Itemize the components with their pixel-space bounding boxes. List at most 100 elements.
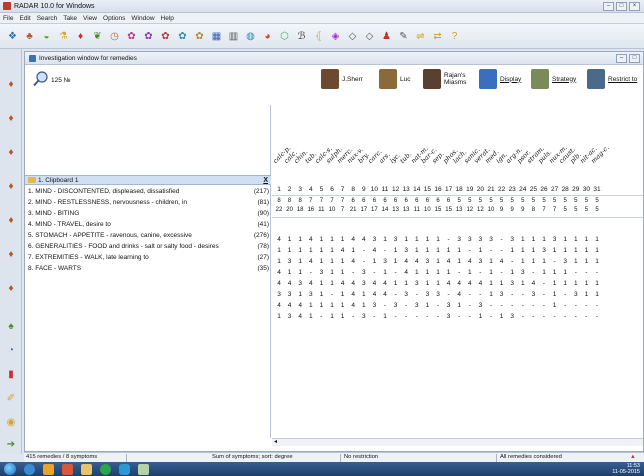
grid-cell[interactable]: 1 — [581, 280, 591, 287]
grid-cell[interactable]: 1 — [518, 247, 528, 254]
grid-cell[interactable]: 1 — [327, 269, 337, 276]
grid-cell[interactable]: - — [465, 313, 475, 320]
grid-cell[interactable]: 1 — [550, 302, 560, 309]
grid-cell[interactable]: - — [486, 247, 496, 254]
grid-cell[interactable]: 1 — [422, 302, 432, 309]
grid-cell[interactable]: - — [444, 291, 454, 298]
grid-cell[interactable]: - — [486, 302, 496, 309]
grid-cell[interactable]: 1 — [338, 302, 348, 309]
flower-icon[interactable]: ✿ — [159, 30, 172, 43]
grid-cell[interactable]: 1 — [433, 258, 443, 265]
grid-cell[interactable]: 4 — [465, 280, 475, 287]
grid-cell[interactable]: 1 — [560, 269, 570, 276]
grid-cell[interactable]: - — [465, 302, 475, 309]
grid-cell[interactable]: 3 — [507, 236, 517, 243]
grid-cell[interactable]: - — [581, 302, 591, 309]
plant-icon[interactable]: ♠ — [5, 321, 17, 333]
grid-cell[interactable]: 3 — [306, 291, 316, 298]
grid-cell[interactable]: 3 — [369, 302, 379, 309]
grid-cell[interactable]: - — [412, 313, 422, 320]
grid-cell[interactable]: 3 — [391, 302, 401, 309]
grid-cell[interactable]: - — [539, 313, 549, 320]
grid-cell[interactable]: 3 — [359, 269, 369, 276]
grid-cell[interactable]: 1 — [518, 280, 528, 287]
grid-cell[interactable]: 1 — [422, 269, 432, 276]
grid-cell[interactable]: 1 — [306, 302, 316, 309]
bottle-icon[interactable]: ♦ — [5, 113, 17, 125]
grid-cell[interactable]: - — [518, 291, 528, 298]
bottle-icon[interactable]: ♦ — [5, 181, 17, 193]
grid-cell[interactable]: - — [369, 269, 379, 276]
symptom-row[interactable]: 1. MIND - DISCONTENTED, displeased, diss… — [25, 186, 271, 197]
pin-icon[interactable]: ✐ — [5, 393, 17, 405]
grid-cell[interactable]: 1 — [571, 258, 581, 265]
grid-cell[interactable]: - — [306, 269, 316, 276]
menu-edit[interactable]: Edit — [19, 15, 30, 22]
grid-cell[interactable]: 4 — [274, 302, 284, 309]
grid-cell[interactable]: 3 — [391, 236, 401, 243]
grid-cell[interactable]: - — [454, 313, 464, 320]
grid-cell[interactable]: - — [359, 258, 369, 265]
books-icon[interactable]: ♣ — [23, 30, 36, 43]
grid-cell[interactable]: - — [507, 291, 517, 298]
clipboard-close-button[interactable]: X — [263, 176, 268, 185]
grid-cell[interactable]: 1 — [391, 247, 401, 254]
grid-cell[interactable]: 1 — [454, 258, 464, 265]
grid-cell[interactable]: 1 — [454, 302, 464, 309]
grid-cell[interactable]: - — [507, 258, 517, 265]
grid-cell[interactable]: - — [497, 247, 507, 254]
grid-cell[interactable]: 1 — [444, 269, 454, 276]
grid-cell[interactable]: 1 — [433, 280, 443, 287]
display-control[interactable]: Display — [479, 69, 521, 89]
grid-cell[interactable]: 4 — [348, 291, 358, 298]
magnifier-icon[interactable] — [33, 71, 49, 87]
grid-cell[interactable]: - — [571, 313, 581, 320]
bottle-icon[interactable]: ♦ — [5, 79, 17, 91]
grid-cell[interactable]: 1 — [369, 258, 379, 265]
grid-cell[interactable]: 4 — [338, 247, 348, 254]
grid-cell[interactable]: 4 — [497, 258, 507, 265]
grid-cell[interactable]: 1 — [316, 247, 326, 254]
grid-cell[interactable]: 1 — [571, 247, 581, 254]
grid-cell[interactable]: 1 — [285, 269, 295, 276]
grid-cell[interactable]: 1 — [507, 247, 517, 254]
grid-cell[interactable]: 1 — [581, 291, 591, 298]
inner-maximize-button[interactable]: □ — [629, 54, 640, 63]
grid-cell[interactable]: - — [348, 269, 358, 276]
grid-cell[interactable]: 1 — [316, 236, 326, 243]
grid-cell[interactable]: - — [571, 302, 581, 309]
grid-cell[interactable]: 1 — [295, 236, 305, 243]
grid-cell[interactable]: 1 — [475, 313, 485, 320]
menu-view[interactable]: View — [83, 15, 97, 22]
app-icon[interactable] — [100, 463, 111, 475]
maximize-button[interactable]: □ — [616, 2, 627, 11]
grid-cell[interactable]: - — [391, 313, 401, 320]
flower-icon[interactable]: ✿ — [193, 30, 206, 43]
skype-icon[interactable] — [119, 463, 130, 475]
grid-cell[interactable]: 1 — [444, 247, 454, 254]
grid-cell[interactable]: 1 — [348, 247, 358, 254]
grid-cell[interactable]: 1 — [391, 258, 401, 265]
grid-cell[interactable]: 1 — [497, 313, 507, 320]
grid-cell[interactable]: - — [528, 313, 538, 320]
grid-cell[interactable]: 4 — [454, 280, 464, 287]
luc-control[interactable]: Luc — [379, 69, 410, 89]
grid-cell[interactable]: 1 — [295, 291, 305, 298]
grid-cell[interactable]: - — [380, 302, 390, 309]
flower-icon[interactable]: ✿ — [125, 30, 138, 43]
bottle-icon[interactable]: ♦ — [5, 283, 17, 295]
symptom-row[interactable]: 3. MIND - BITING (90) — [25, 208, 271, 219]
repertory-icon[interactable]: ❖ — [6, 30, 19, 43]
grid-cell[interactable]: 3 — [475, 302, 485, 309]
grid-cell[interactable]: 3 — [571, 291, 581, 298]
grid-cell[interactable]: 3 — [285, 313, 295, 320]
grid-cell[interactable]: 3 — [539, 247, 549, 254]
grid-cell[interactable]: 4 — [306, 258, 316, 265]
grid-cell[interactable]: 4 — [295, 302, 305, 309]
bottle-icon[interactable]: ♦ — [5, 147, 17, 159]
bottle-icon[interactable]: ♦ — [5, 215, 17, 227]
grid-cell[interactable]: 1 — [380, 236, 390, 243]
grid-cell[interactable]: 4 — [380, 291, 390, 298]
grid-cell[interactable]: 3 — [285, 258, 295, 265]
grid-cell[interactable]: - — [560, 313, 570, 320]
